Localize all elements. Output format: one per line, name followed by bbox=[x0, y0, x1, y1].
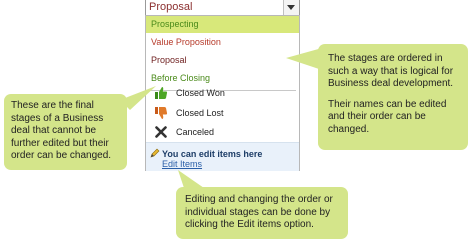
stage-item-label: Value Proposition bbox=[151, 37, 221, 47]
edit-items-callout: Editing and changing the order or indivi… bbox=[176, 187, 348, 239]
edit-items-heading: You can edit items here bbox=[150, 148, 262, 159]
callout-pointer bbox=[178, 170, 204, 188]
stages-order-callout-text-1: The stages are ordered in such a way tha… bbox=[328, 53, 454, 89]
callout-pointer bbox=[286, 48, 322, 70]
edit-items-callout-text: Editing and changing the order or indivi… bbox=[185, 194, 333, 230]
close-icon bbox=[155, 126, 167, 138]
stage-select[interactable]: Proposal bbox=[145, 0, 300, 16]
edit-items-section: You can edit items here Edit Items bbox=[146, 142, 299, 171]
stage-item-proposal[interactable]: Proposal bbox=[146, 52, 299, 69]
final-stages-callout-text: These are the final stages of a Business… bbox=[11, 100, 112, 161]
stage-item-label: Closed Lost bbox=[176, 108, 224, 118]
chevron-down-icon[interactable] bbox=[283, 0, 299, 15]
stage-item-closed-lost[interactable]: Closed Lost bbox=[146, 103, 299, 123]
stages-order-callout: The stages are ordered in such a way tha… bbox=[318, 44, 468, 150]
stage-item-label: Proposal bbox=[151, 55, 187, 65]
stage-item-label: Closed Won bbox=[176, 88, 225, 98]
pencil-icon bbox=[150, 148, 160, 158]
callout-pointer bbox=[120, 86, 156, 110]
stage-list-panel: Prospecting Value Proposition Proposal B… bbox=[145, 15, 300, 171]
stage-item-prospecting[interactable]: Prospecting bbox=[146, 16, 299, 33]
edit-items-heading-text: You can edit items here bbox=[162, 149, 263, 159]
selected-stage-value: Proposal bbox=[149, 1, 193, 13]
stage-item-canceled[interactable]: Canceled bbox=[146, 122, 299, 142]
final-stages-callout: These are the final stages of a Business… bbox=[4, 94, 127, 170]
stage-item-value-proposition[interactable]: Value Proposition bbox=[146, 34, 299, 51]
stage-item-label: Before Closing bbox=[151, 73, 211, 83]
edit-items-link[interactable]: Edit Items bbox=[162, 159, 202, 169]
stage-item-closed-won[interactable]: Closed Won bbox=[146, 83, 299, 103]
stage-item-label: Prospecting bbox=[151, 19, 199, 29]
stages-order-callout-text-2: Their names can be edited and their orde… bbox=[328, 98, 447, 135]
stage-item-label: Canceled bbox=[176, 127, 215, 137]
